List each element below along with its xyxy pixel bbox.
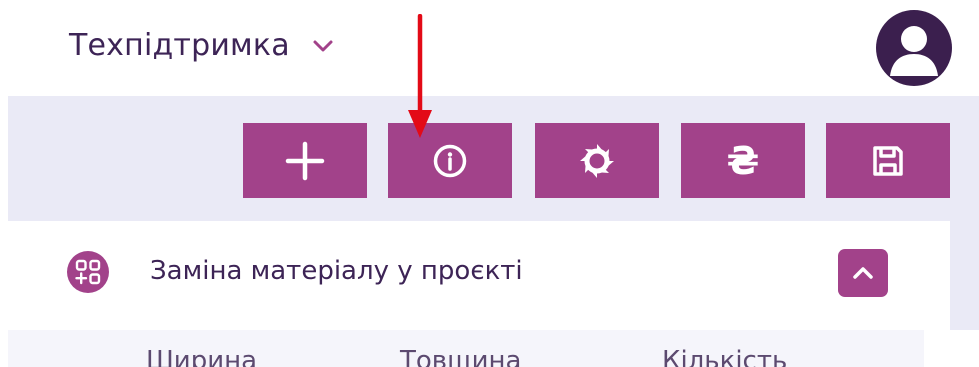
column-header-thickness: Товщина xyxy=(400,346,522,367)
column-header-width: Ширина xyxy=(146,346,258,367)
plus-icon xyxy=(285,141,325,180)
chevron-down-icon xyxy=(308,31,338,61)
section-title: Заміна матеріалу у проєкті xyxy=(150,256,523,286)
user-icon xyxy=(890,26,938,76)
workspace-title: Техпідтримка xyxy=(69,28,290,63)
info-icon xyxy=(433,144,467,177)
grid-add-icon xyxy=(67,251,109,293)
chevron-up-icon xyxy=(853,267,873,279)
collapse-section-button[interactable] xyxy=(838,249,888,297)
floppy-disk-icon xyxy=(873,145,903,176)
workspace-dropdown[interactable]: Техпідтримка xyxy=(69,28,338,63)
saw-blade-icon xyxy=(580,143,614,178)
header: Техпідтримка xyxy=(0,0,979,96)
column-header-quantity: Кількість xyxy=(662,346,788,367)
add-button[interactable] xyxy=(243,123,367,198)
hryvnia-icon: ₴ xyxy=(726,138,760,183)
info-button[interactable] xyxy=(388,123,512,198)
materials-table: Ширина Товщина Кількість xyxy=(8,330,924,367)
save-button[interactable] xyxy=(826,123,950,198)
saw-button[interactable] xyxy=(535,123,659,198)
price-button[interactable]: ₴ xyxy=(681,123,805,198)
user-avatar[interactable] xyxy=(876,10,952,86)
right-gutter xyxy=(924,330,979,367)
